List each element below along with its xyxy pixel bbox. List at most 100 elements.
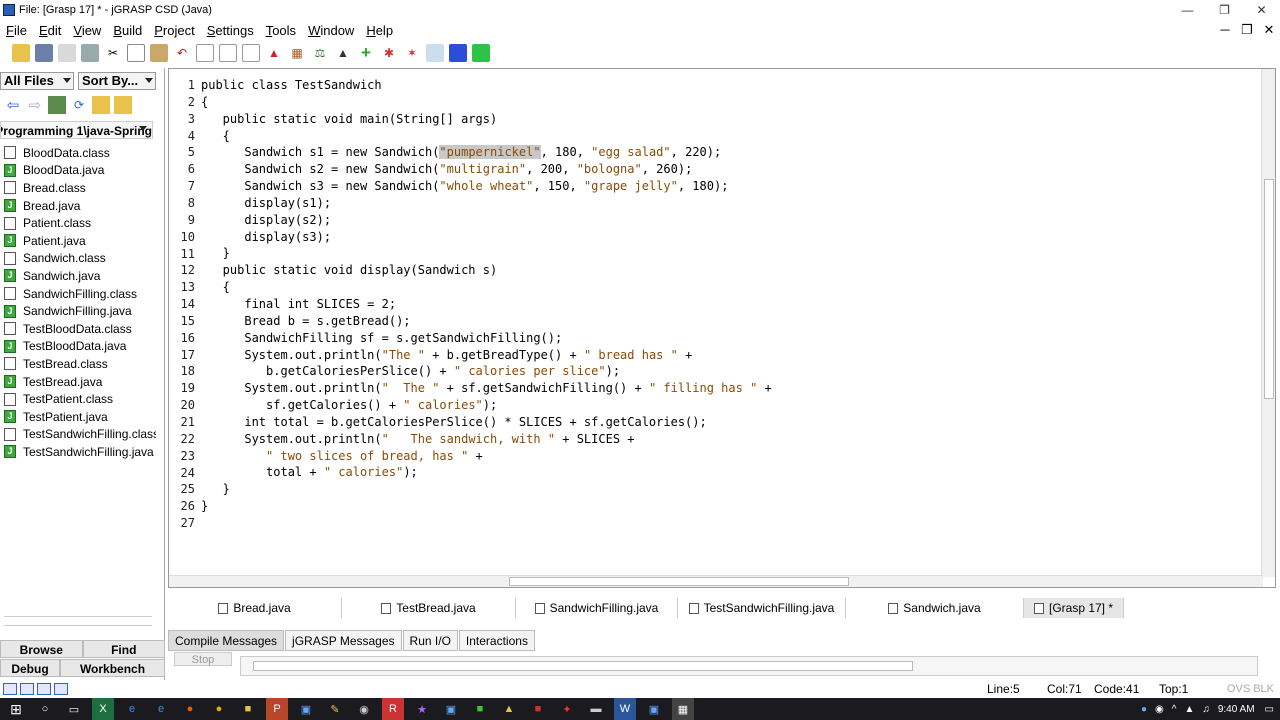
- back-arrow-icon[interactable]: ⇦: [4, 96, 22, 114]
- excel-icon[interactable]: X: [92, 698, 114, 720]
- message-tab[interactable]: Run I/O: [402, 630, 458, 651]
- code-line[interactable]: }: [201, 481, 772, 498]
- file-list-item[interactable]: J TestBread.java: [4, 373, 156, 391]
- file-tab[interactable]: SandwichFilling.java: [516, 598, 678, 618]
- close-icon[interactable]: ✕: [1243, 0, 1280, 20]
- scroll-thumb[interactable]: [509, 577, 849, 586]
- code-line[interactable]: Sandwich s3 = new Sandwich("whole wheat"…: [201, 178, 772, 195]
- code-line[interactable]: final int SLICES = 2;: [201, 296, 772, 313]
- edge-icon[interactable]: e: [121, 698, 143, 720]
- menu-item[interactable]: Settings: [201, 23, 260, 38]
- breakpoint-icon[interactable]: ▲: [265, 44, 283, 62]
- powerpoint-icon[interactable]: P: [266, 698, 288, 720]
- code-line[interactable]: {: [201, 128, 772, 145]
- code-line[interactable]: sf.getCalories() + " calories");: [201, 397, 772, 414]
- folder-icon[interactable]: [92, 96, 110, 114]
- clock[interactable]: 9:40 AM: [1218, 704, 1255, 715]
- message-output-area[interactable]: [240, 656, 1258, 676]
- save-icon[interactable]: [35, 43, 53, 62]
- message-tab[interactable]: Compile Messages: [168, 630, 285, 651]
- code-line[interactable]: total + " calories");: [201, 464, 772, 481]
- file-tab[interactable]: Sandwich.java: [846, 598, 1024, 618]
- paste-icon[interactable]: [150, 43, 168, 62]
- scroll-thumb[interactable]: [1264, 179, 1274, 399]
- file-tab[interactable]: TestBread.java: [342, 598, 516, 618]
- code-line[interactable]: {: [201, 279, 772, 296]
- file-tab[interactable]: [Grasp 17] *: [1024, 598, 1124, 618]
- code-line[interactable]: display(s1);: [201, 195, 772, 212]
- file-filter-dropdown[interactable]: All Files: [0, 72, 74, 90]
- code-line[interactable]: int total = b.getCaloriesPerSlice() * SL…: [201, 414, 772, 431]
- file-list-item[interactable]: J Sandwich.java: [4, 267, 156, 285]
- code-line[interactable]: Sandwich s1 = new Sandwich("pumpernickel…: [201, 144, 772, 161]
- path-dropdown[interactable]: Programming 1\java-Spring: [0, 121, 153, 139]
- word-icon[interactable]: W: [614, 698, 636, 720]
- code-line[interactable]: }: [201, 245, 772, 262]
- file-list-item[interactable]: TestBloodData.class: [4, 320, 156, 338]
- save-all-icon[interactable]: [58, 43, 76, 62]
- app-icon[interactable]: ■: [469, 698, 491, 720]
- file-list-item[interactable]: Patient.class: [4, 214, 156, 232]
- app-icon[interactable]: ✦: [556, 698, 578, 720]
- print-icon[interactable]: [81, 43, 99, 62]
- code-line[interactable]: b.getCaloriesPerSlice() + " calories per…: [201, 363, 772, 380]
- menu-item[interactable]: Window: [302, 23, 360, 38]
- message-tab[interactable]: jGRASP Messages: [285, 630, 402, 651]
- viewer-icon[interactable]: [472, 43, 490, 62]
- file-list-item[interactable]: BloodData.class: [4, 144, 156, 162]
- generate-doc-icon[interactable]: [219, 43, 237, 62]
- file-list-item[interactable]: J BloodData.java: [4, 162, 156, 180]
- code-editor[interactable]: 1 2 3 4 5 6 7 8 9 10 11 12 13 14 15 16 17 18 19 20 21 22 23 24 2…: [168, 68, 1276, 588]
- volume-icon[interactable]: ♫: [1202, 704, 1210, 715]
- file-list-item[interactable]: TestPatient.class: [4, 390, 156, 408]
- tray-app-icon[interactable]: ◉: [1155, 704, 1164, 715]
- workbench-icon[interactable]: [449, 43, 467, 62]
- menu-item[interactable]: Tools: [260, 23, 302, 38]
- file-list-item[interactable]: TestSandwichFilling.class: [4, 426, 156, 444]
- chevron-up-icon[interactable]: ^: [1172, 704, 1177, 715]
- file-explorer-icon[interactable]: ■: [237, 698, 259, 720]
- firefox-icon[interactable]: ●: [179, 698, 201, 720]
- file-list-item[interactable]: SandwichFilling.class: [4, 285, 156, 303]
- code-line[interactable]: public static void display(Sandwich s): [201, 262, 772, 279]
- run-applet-icon[interactable]: [426, 43, 444, 62]
- code-line[interactable]: {: [201, 94, 772, 111]
- mdi-restore-icon[interactable]: ❐: [1236, 20, 1258, 40]
- menu-item[interactable]: Project: [148, 23, 200, 38]
- file-list-item[interactable]: Bread.class: [4, 179, 156, 197]
- code-line[interactable]: System.out.println(" The sandwich, with …: [201, 431, 772, 448]
- wifi-icon[interactable]: ▲: [1184, 704, 1194, 715]
- chrome-icon[interactable]: ●: [208, 698, 230, 720]
- file-tab[interactable]: Bread.java: [168, 598, 342, 618]
- forward-arrow-icon[interactable]: ⇨: [26, 96, 44, 114]
- uml-icon[interactable]: ⚖: [311, 44, 329, 62]
- app-icon[interactable]: R: [382, 698, 404, 720]
- refresh-icon[interactable]: ⟳: [70, 96, 88, 114]
- app-icon[interactable]: ▲: [498, 698, 520, 720]
- menu-item[interactable]: Edit: [33, 23, 67, 38]
- compile-icon[interactable]: +: [357, 43, 375, 62]
- pdf-icon[interactable]: ■: [527, 698, 549, 720]
- app-icon[interactable]: ▬: [585, 698, 607, 720]
- tab-find[interactable]: Find: [82, 640, 165, 658]
- browse-doc-icon[interactable]: [196, 43, 214, 62]
- file-list-item[interactable]: TestBread.class: [4, 355, 156, 373]
- app-icon[interactable]: ✎: [324, 698, 346, 720]
- code-line[interactable]: public static void main(String[] args): [201, 111, 772, 128]
- code-line[interactable]: display(s3);: [201, 229, 772, 246]
- code-text[interactable]: public class TestSandwich { public static…: [201, 77, 772, 515]
- code-line[interactable]: System.out.println(" The " + sf.getSandw…: [201, 380, 771, 397]
- copy-icon[interactable]: [127, 43, 145, 62]
- task-view-icon[interactable]: ▭: [63, 698, 85, 720]
- code-line[interactable]: }: [201, 498, 772, 515]
- cut-icon[interactable]: ✂: [104, 44, 122, 62]
- code-line[interactable]: Bread b = s.getBread();: [201, 313, 772, 330]
- code-line[interactable]: display(s2);: [201, 212, 772, 229]
- code-line[interactable]: System.out.println("The " + b.getBreadTy…: [201, 347, 772, 364]
- file-list-item[interactable]: J Bread.java: [4, 197, 156, 215]
- undo-icon[interactable]: ↶: [173, 44, 191, 62]
- app-icon[interactable]: ▣: [440, 698, 462, 720]
- editor-horizontal-scrollbar[interactable]: [169, 575, 1263, 587]
- file-list-item[interactable]: J Patient.java: [4, 232, 156, 250]
- file-list-item[interactable]: Sandwich.class: [4, 250, 156, 268]
